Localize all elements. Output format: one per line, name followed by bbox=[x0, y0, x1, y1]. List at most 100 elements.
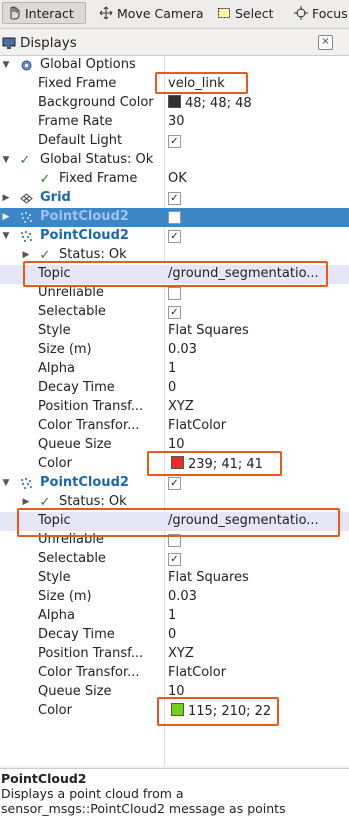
pc2-style-label: Style bbox=[38, 570, 71, 585]
pc1-size-label: Size (m) bbox=[38, 342, 92, 357]
fixed-frame-label: Fixed Frame bbox=[38, 76, 117, 91]
expand-right-icon[interactable]: ▶ bbox=[21, 496, 31, 508]
tree-row-pc1-size[interactable]: Size (m) 0.03 bbox=[0, 341, 349, 360]
close-panel-button[interactable]: × bbox=[318, 35, 333, 50]
tree-row-pc1-alpha[interactable]: Alpha 1 bbox=[0, 360, 349, 379]
tree-row-pointcloud-1[interactable]: ▼ PointCloud2 ✓ bbox=[0, 227, 349, 246]
pc2-queue-size-label: Queue Size bbox=[38, 684, 112, 699]
checkmark-icon: ✓ bbox=[19, 152, 31, 168]
gs-fixed-frame-value: OK bbox=[168, 171, 187, 186]
tree-row-default-light[interactable]: Default Light ✓ bbox=[0, 132, 349, 151]
tree-row-grid[interactable]: ▶ Grid ✓ bbox=[0, 189, 349, 208]
pointcloud-1-checkbox[interactable]: ✓ bbox=[168, 230, 181, 243]
move-camera-tool-button[interactable]: Move Camera bbox=[95, 2, 208, 24]
global-options-label: Global Options bbox=[40, 57, 136, 72]
pc1-unreliable-checkbox[interactable] bbox=[168, 287, 181, 300]
pc1-alpha-value[interactable]: 1 bbox=[168, 361, 346, 376]
frame-rate-value[interactable]: 30 bbox=[168, 114, 346, 129]
expand-right-icon[interactable]: ▶ bbox=[21, 249, 31, 261]
pc2-status-label: Status: Ok bbox=[59, 494, 127, 509]
pc1-color-transformer-value[interactable]: FlatColor bbox=[168, 418, 346, 433]
expand-right-icon[interactable]: ▶ bbox=[1, 211, 11, 223]
displays-panel-header: Displays × bbox=[0, 33, 349, 53]
pointcloud-2-checkbox[interactable]: ✓ bbox=[168, 477, 181, 490]
expand-down-icon[interactable]: ▼ bbox=[1, 230, 11, 242]
tree-row-frame-rate[interactable]: Frame Rate 30 bbox=[0, 113, 349, 132]
checkmark-icon: ✓ bbox=[39, 171, 51, 187]
tree-row-global-status[interactable]: ▼ ✓ Global Status: Ok bbox=[0, 151, 349, 170]
pc1-selectable-label: Selectable bbox=[38, 304, 106, 319]
background-color-label: Background Color bbox=[38, 95, 154, 110]
tree-row-pc2-size[interactable]: Size (m) 0.03 bbox=[0, 588, 349, 607]
focus-tool-button[interactable]: Focus bbox=[290, 2, 349, 24]
background-color-field[interactable]: 48; 48; 48 bbox=[168, 95, 346, 111]
tree-row-pc2-decay[interactable]: Decay Time 0 bbox=[0, 626, 349, 645]
pc1-decay-label: Decay Time bbox=[38, 380, 115, 395]
pc2-selectable-label: Selectable bbox=[38, 551, 106, 566]
tree-row-pc2-selectable[interactable]: Selectable ✓ bbox=[0, 550, 349, 569]
tree-row-background-color[interactable]: Background Color 48; 48; 48 bbox=[0, 94, 349, 113]
tree-row-pc2-color-transformer[interactable]: Color Transfor... FlatColor bbox=[0, 664, 349, 683]
tree-row-pointcloud-2[interactable]: ▼ PointCloud2 ✓ bbox=[0, 474, 349, 493]
tree-row-pc1-decay[interactable]: Decay Time 0 bbox=[0, 379, 349, 398]
displays-tree: ▼ Global Options Fixed Frame velo_link B… bbox=[0, 55, 349, 766]
expand-down-icon[interactable]: ▼ bbox=[1, 59, 11, 71]
pc1-size-value[interactable]: 0.03 bbox=[168, 342, 346, 357]
pc2-decay-value[interactable]: 0 bbox=[168, 627, 346, 642]
default-light-label: Default Light bbox=[38, 133, 123, 148]
move-camera-label: Move Camera bbox=[117, 5, 204, 21]
pc2-size-value[interactable]: 0.03 bbox=[168, 589, 346, 604]
interact-tool-button[interactable]: Interact bbox=[2, 2, 86, 24]
annotation-box-color-2 bbox=[157, 697, 279, 726]
pointcloud-selected-checkbox[interactable] bbox=[168, 211, 181, 224]
description-panel: PointCloud2 Displays a point cloud from … bbox=[0, 768, 349, 822]
pc2-position-transformer-label: Position Transf... bbox=[38, 646, 144, 661]
pc1-unreliable-label: Unreliable bbox=[38, 285, 104, 300]
background-color-value: 48; 48; 48 bbox=[185, 96, 252, 111]
hand-icon bbox=[7, 6, 21, 20]
pc2-position-transformer-value[interactable]: XYZ bbox=[168, 646, 346, 661]
pc1-style-value[interactable]: Flat Squares bbox=[168, 323, 346, 338]
checkmark-icon: ✓ bbox=[39, 494, 51, 510]
pc1-status-label: Status: Ok bbox=[59, 247, 127, 262]
expand-down-icon[interactable]: ▼ bbox=[1, 477, 11, 489]
annotation-box-color-1 bbox=[147, 451, 282, 476]
pc2-color-transformer-label: Color Transfor... bbox=[38, 665, 140, 680]
tree-row-pc2-position-transformer[interactable]: Position Transf... XYZ bbox=[0, 645, 349, 664]
expand-down-icon[interactable]: ▼ bbox=[1, 154, 11, 166]
pc2-color-transformer-value[interactable]: FlatColor bbox=[168, 665, 346, 680]
gs-fixed-frame-label: Fixed Frame bbox=[59, 171, 138, 186]
pointcloud-icon bbox=[19, 210, 33, 224]
grid-icon bbox=[19, 191, 33, 205]
select-tool-button[interactable]: Select bbox=[213, 2, 278, 24]
pc2-alpha-value[interactable]: 1 bbox=[168, 608, 346, 623]
pc1-alpha-label: Alpha bbox=[38, 361, 75, 376]
pointcloud-1-label: PointCloud2 bbox=[40, 228, 129, 243]
pointcloud-icon bbox=[19, 476, 33, 490]
pc1-decay-value[interactable]: 0 bbox=[168, 380, 346, 395]
expand-right-icon[interactable]: ▶ bbox=[1, 192, 11, 204]
tree-row-pc2-style[interactable]: Style Flat Squares bbox=[0, 569, 349, 588]
focus-crosshair-icon bbox=[294, 6, 308, 20]
tree-row-pc1-position-transformer[interactable]: Position Transf... XYZ bbox=[0, 398, 349, 417]
pointcloud-selected-label: PointCloud2 bbox=[40, 209, 129, 224]
tree-row-gs-fixed-frame[interactable]: ✓ Fixed Frame OK bbox=[0, 170, 349, 189]
tree-row-pointcloud-selected[interactable]: ▶ PointCloud2 bbox=[0, 208, 349, 227]
default-light-checkbox[interactable]: ✓ bbox=[168, 135, 181, 148]
tree-row-pc1-style[interactable]: Style Flat Squares bbox=[0, 322, 349, 341]
global-status-label: Global Status: Ok bbox=[40, 152, 154, 167]
pc1-color-label: Color bbox=[38, 456, 72, 471]
pc2-style-value[interactable]: Flat Squares bbox=[168, 570, 346, 585]
pc1-color-transformer-label: Color Transfor... bbox=[38, 418, 140, 433]
pc2-selectable-checkbox[interactable]: ✓ bbox=[168, 553, 181, 566]
tree-row-pc2-alpha[interactable]: Alpha 1 bbox=[0, 607, 349, 626]
pc1-selectable-checkbox[interactable]: ✓ bbox=[168, 306, 181, 319]
tools-toolbar: Interact Move Camera Select Focus bbox=[0, 0, 349, 29]
tree-row-pc1-color-transformer[interactable]: Color Transfor... FlatColor bbox=[0, 417, 349, 436]
pc2-size-label: Size (m) bbox=[38, 589, 92, 604]
tree-row-pc1-selectable[interactable]: Selectable ✓ bbox=[0, 303, 349, 322]
pc1-position-transformer-label: Position Transf... bbox=[38, 399, 144, 414]
pc1-queue-size-value[interactable]: 10 bbox=[168, 437, 346, 452]
grid-checkbox[interactable]: ✓ bbox=[168, 192, 181, 205]
pc1-position-transformer-value[interactable]: XYZ bbox=[168, 399, 346, 414]
